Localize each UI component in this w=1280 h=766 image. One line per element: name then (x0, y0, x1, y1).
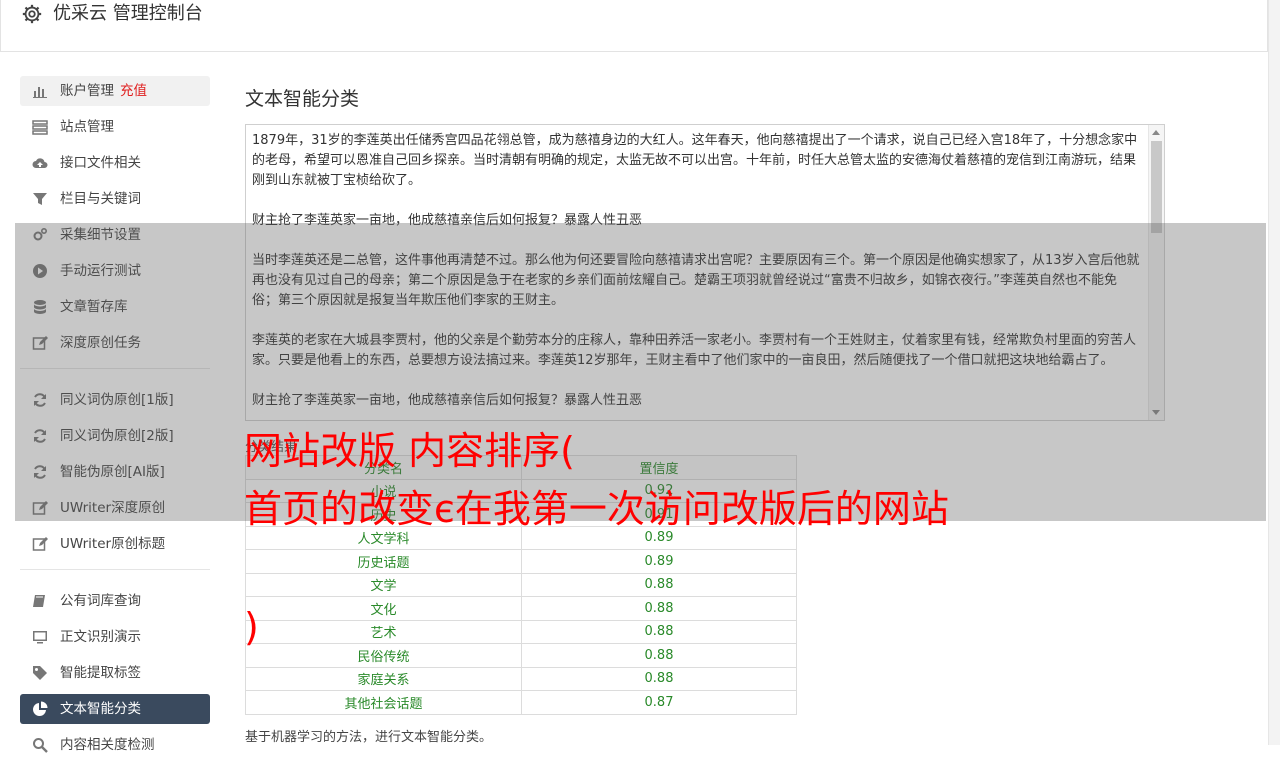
bar-chart-icon (33, 87, 47, 98)
sidebar-item-label: 智能提取标签 (60, 665, 141, 681)
overlay-text-line1: 网站改版 内容排序( (244, 429, 575, 473)
sidebar-item-label: 正文识别演示 (60, 629, 141, 645)
search-icon (33, 738, 48, 753)
gear-icon[interactable] (21, 3, 43, 25)
sidebar-item-label: 公有词库查询 (60, 593, 141, 609)
confidence-cell: 0.89 (521, 549, 797, 574)
table-row: 家庭关系 0.88 (245, 666, 797, 691)
confidence-cell: 0.87 (521, 690, 797, 715)
footnote: 基于机器学习的方法，进行文本智能分类。 (245, 730, 493, 745)
category-cell: 家庭关系 (245, 666, 522, 691)
edit-icon (32, 537, 48, 551)
tag-icon (33, 666, 47, 680)
top-bar: 优采云 管理控制台 (0, 0, 1268, 52)
sidebar-item-label: 账户管理 (60, 83, 114, 99)
sidebar-item-account[interactable]: 账户管理 充值 (20, 76, 210, 106)
monitor-icon (33, 631, 47, 644)
page-title: 文本智能分类 (245, 88, 360, 110)
sidebar-item-text-classification[interactable]: 文本智能分类 (20, 694, 210, 724)
category-cell: 艺术 (245, 619, 522, 644)
page-scrollbar[interactable] (1268, 0, 1280, 745)
sidebar-item-sites[interactable]: 站点管理 (20, 112, 210, 142)
table-row: 民俗传统 0.88 (245, 643, 797, 668)
overlay-text-line3: ) (244, 605, 259, 649)
sidebar-item-relevance-check[interactable]: 内容相关度检测 (20, 730, 210, 760)
table-row: 文学 0.88 (245, 572, 797, 597)
table-row: 艺术 0.88 (245, 619, 797, 644)
confidence-cell: 0.88 (521, 572, 797, 597)
scrollbar-thumb[interactable] (1151, 141, 1162, 233)
pie-chart-icon (33, 701, 48, 716)
table-row: 文化 0.88 (245, 596, 797, 621)
category-cell: 其他社会话题 (245, 690, 522, 715)
table-row: 其他社会话题 0.87 (245, 690, 797, 715)
recharge-link[interactable]: 充值 (120, 83, 147, 99)
sidebar-item-label: 内容相关度检测 (60, 737, 155, 753)
sidebar-item-label: 文本智能分类 (60, 701, 141, 717)
sidebar-item-interface-files[interactable]: 接口文件相关 (20, 148, 210, 178)
confidence-cell: 0.88 (521, 643, 797, 668)
confidence-cell: 0.88 (521, 666, 797, 691)
sidebar-item-columns-keywords[interactable]: 栏目与关键词 (20, 184, 210, 214)
sidebar-item-label: 站点管理 (60, 119, 114, 135)
sidebar-divider (20, 569, 210, 570)
sidebar-item-uwriter-title[interactable]: UWriter原创标题 (20, 529, 210, 559)
cloud-upload-icon (32, 158, 48, 168)
category-cell: 文化 (245, 596, 522, 621)
app-title: 优采云 管理控制台 (53, 3, 203, 24)
sidebar-item-public-lexicon[interactable]: 公有词库查询 (20, 586, 210, 616)
sidebar-item-label: 栏目与关键词 (60, 191, 141, 207)
sidebar-item-text-recognition[interactable]: 正文识别演示 (20, 622, 210, 652)
sidebar-item-label: UWriter原创标题 (60, 536, 166, 552)
table-row: 历史话题 0.89 (245, 549, 797, 574)
sidebar-item-extract-tags[interactable]: 智能提取标签 (20, 658, 210, 688)
text-paragraph: 1879年，31岁的李莲英出任储秀宫四品花翎总管，成为慈禧身边的大红人。这年春天… (252, 133, 1138, 188)
confidence-cell: 0.88 (521, 596, 797, 621)
overlay-text-line2: 首页的改变є在我第一次访问改版后的网站 (244, 487, 949, 531)
overlay-banner (15, 223, 1266, 521)
filter-icon (33, 193, 47, 205)
confidence-cell: 0.88 (521, 619, 797, 644)
book-icon (33, 595, 45, 607)
category-cell: 文学 (245, 572, 522, 597)
category-cell: 历史话题 (245, 549, 522, 574)
server-icon (32, 120, 48, 135)
category-cell: 民俗传统 (245, 643, 522, 668)
sidebar-item-label: 接口文件相关 (60, 155, 141, 171)
scroll-up-icon[interactable] (1152, 130, 1160, 135)
